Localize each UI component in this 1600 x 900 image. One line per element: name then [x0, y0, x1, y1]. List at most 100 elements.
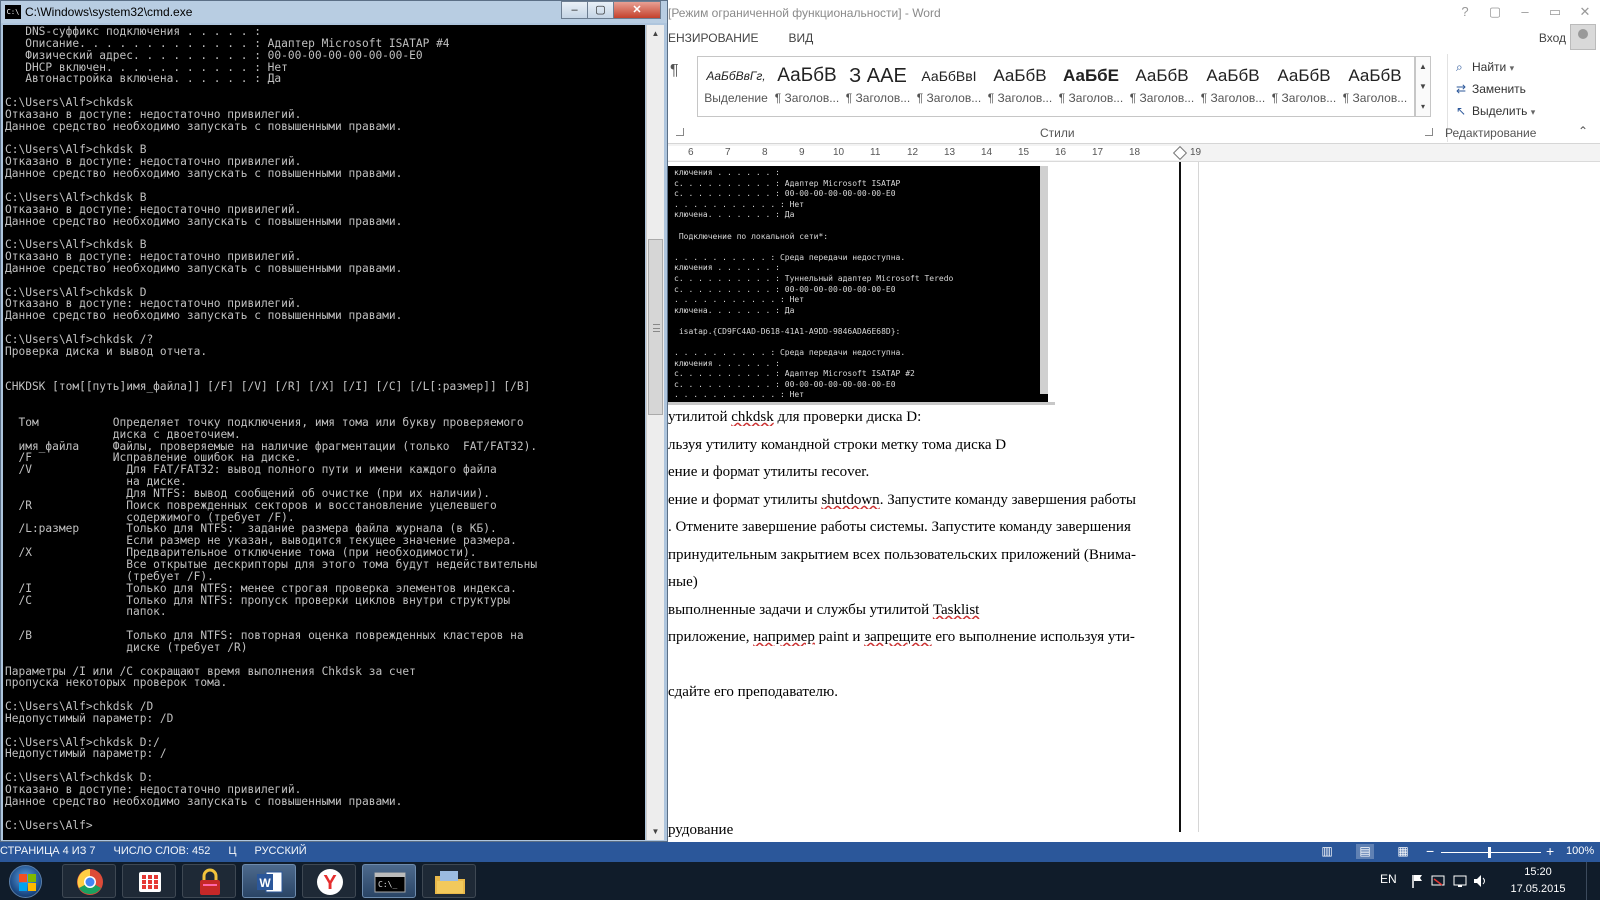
page-shadow — [1198, 162, 1199, 832]
doc-paragraph: принудительным закрытием всех пользовате… — [668, 547, 1136, 563]
select-button[interactable]: ↖ Выделить ▾ — [1456, 100, 1535, 122]
style-heading[interactable]: АаБбВ ¶ Заголов... — [1126, 59, 1198, 114]
logo-yellow — [28, 883, 36, 891]
styles-launcher-icon[interactable] — [1425, 128, 1433, 136]
style-name: ¶ Заголов... — [1058, 91, 1124, 105]
style-preview: АаБбЕ — [1063, 66, 1119, 85]
ribbon-display-button[interactable]: ▢ — [1480, 0, 1510, 26]
style-heading[interactable]: АаБбВ ¶ Заголов... — [984, 59, 1056, 114]
doc-paragraph: приложение, например paint и запрещите е… — [668, 629, 1135, 645]
grip-icon — [653, 324, 660, 332]
scrollbar-thumb[interactable] — [648, 239, 663, 415]
zoom-in-button[interactable]: + — [1546, 843, 1554, 859]
style-heading[interactable]: АаБбВ ¶ Заголов... — [771, 59, 843, 114]
zoom-slider[interactable] — [1441, 852, 1541, 853]
gallery-up-icon[interactable]: ▲ — [1416, 57, 1430, 77]
cmd-icon[interactable]: C:\ — [5, 5, 21, 19]
gallery-down-icon[interactable]: ▼ — [1416, 77, 1430, 97]
taskbar-chrome[interactable] — [62, 864, 116, 898]
zoom-slider-thumb[interactable] — [1488, 847, 1491, 858]
chevron-down-icon: ▾ — [1530, 107, 1536, 117]
proofing-icon[interactable]: Ц — [228, 845, 236, 857]
start-button[interactable] — [4, 863, 48, 899]
web-layout-icon[interactable]: ▦ — [1394, 844, 1412, 859]
print-layout-icon[interactable]: ▤ — [1356, 844, 1374, 859]
doc-paragraph: льзуя утилиту командной строки метку том… — [668, 437, 1007, 453]
gallery-more-icon[interactable]: ▾ — [1416, 97, 1430, 117]
zoom-out-button[interactable]: − — [1426, 843, 1434, 859]
cmd-title-bar[interactable]: C:\ C:\Windows\system32\cmd.exe – ▢ ✕ — [1, 1, 667, 23]
doc-paragraph: ение и формат утилиты shutdown. Запустит… — [668, 492, 1136, 508]
replace-icon: ⇄ — [1456, 82, 1467, 96]
collapse-ribbon-icon[interactable]: ⌃ — [1578, 124, 1588, 138]
show-desktop-button[interactable] — [1586, 862, 1600, 900]
cursor-icon: ↖ — [1456, 104, 1467, 118]
style-heading[interactable]: АаБбВ ¶ Заголов... — [1268, 59, 1340, 114]
volume-icon — [1474, 875, 1485, 887]
taskbar-yandex[interactable]: Y — [302, 864, 356, 898]
language-indicator[interactable]: РУССКИЙ — [254, 845, 306, 857]
paragraph-mark-icon[interactable]: ¶ — [670, 62, 679, 80]
desktop: [Режим ограниченной функциональности] - … — [0, 0, 1600, 900]
cmd-window-buttons: – ▢ ✕ — [561, 1, 661, 19]
close-button[interactable]: ✕ — [1570, 0, 1600, 26]
tab-review[interactable]: ЕНЗИРОВАНИЕ — [668, 26, 759, 50]
restore-button[interactable]: ▭ — [1540, 0, 1570, 26]
help-button[interactable]: ? — [1450, 0, 1480, 26]
style-preview: АаБбВ — [1348, 66, 1402, 85]
logo-green — [28, 874, 36, 882]
network-icon — [1431, 875, 1445, 886]
word-count[interactable]: ЧИСЛО СЛОВ: 452 — [114, 845, 211, 857]
scroll-down-icon[interactable]: ▼ — [647, 823, 664, 840]
taskbar-lock-app[interactable] — [182, 864, 236, 898]
status-bar: СТРАНИЦА 4 ИЗ 7 ЧИСЛО СЛОВ: 452 Ц РУССКИ… — [0, 842, 1600, 862]
find-button[interactable]: ⌕ Найти ▾ — [1456, 56, 1514, 78]
style-heading[interactable]: АаБбВ ¶ Заголов... — [1197, 59, 1269, 114]
clock[interactable]: 15:20 17.05.2015 — [1508, 864, 1568, 898]
clock-date: 17.05.2015 — [1510, 883, 1566, 895]
style-heading[interactable]: АаБбВвI ¶ Заголов... — [913, 59, 985, 114]
yandex-icon: Y — [317, 869, 343, 895]
search-icon: ⌕ — [1456, 60, 1463, 74]
style-name: ¶ Заголов... — [1129, 91, 1195, 105]
style-heading[interactable]: АаБбВ ¶ Заголов... — [1339, 59, 1411, 114]
monitor-icon — [1453, 875, 1467, 887]
style-preview: АаБбВ — [777, 65, 837, 86]
embedded-scrollbar — [1040, 166, 1048, 394]
ruler-number: 12 — [907, 147, 919, 158]
doc-paragraph: рудование — [668, 822, 734, 838]
svg-text:C:\_: C:\_ — [378, 880, 397, 889]
scroll-up-icon[interactable]: ▲ — [647, 25, 664, 42]
taskbar-apps-grid[interactable] — [122, 864, 176, 898]
windows-logo-icon — [9, 865, 42, 898]
input-language[interactable]: EN — [1380, 872, 1397, 886]
zoom-level[interactable]: 100% — [1566, 845, 1594, 857]
avatar[interactable] — [1570, 24, 1596, 50]
taskbar-cmd[interactable]: C:\_ — [362, 864, 416, 898]
console-output[interactable]: DNS-суффикс подключения . . . . . : Опис… — [3, 25, 645, 840]
logo-red — [19, 874, 27, 882]
cmd-icon: C:\_ — [374, 872, 406, 893]
logo-blue — [19, 883, 27, 891]
read-mode-icon[interactable]: ▥ — [1318, 844, 1336, 859]
tab-view[interactable]: ВИД — [789, 26, 814, 50]
page-counter[interactable]: СТРАНИЦА 4 ИЗ 7 — [0, 845, 96, 857]
minimize-button[interactable]: – — [561, 1, 587, 19]
style-heading[interactable]: АаБбЕ ¶ Заголов... — [1055, 59, 1127, 114]
svg-text:Y: Y — [323, 872, 337, 894]
style-name: Выделение — [704, 91, 768, 105]
maximize-button[interactable]: ▢ — [587, 1, 613, 19]
embedded-console-screenshot[interactable]: ключения . . . . . . : с. . . . . . . . … — [668, 166, 1048, 404]
clipboard-launcher-icon[interactable] — [676, 128, 684, 136]
close-button[interactable]: ✕ — [613, 1, 661, 19]
chevron-down-icon: ▾ — [1509, 63, 1515, 73]
replace-button[interactable]: ⇄ Заменить — [1456, 78, 1526, 100]
style-heading[interactable]: З ААЕ ¶ Заголов... — [842, 59, 914, 114]
taskbar-word[interactable]: W — [242, 864, 296, 898]
console-scrollbar[interactable]: ▲ ▼ — [646, 25, 664, 840]
style-emphasis[interactable]: АаБбВвГг, Выделение — [700, 59, 772, 114]
taskbar-explorer[interactable] — [422, 864, 476, 898]
sign-in-link[interactable]: Вход — [1539, 26, 1566, 50]
minimize-button[interactable]: – — [1510, 0, 1540, 26]
horizontal-ruler[interactable]: 6 7 8 9 10 11 12 13 14 15 16 17 18 19 — [668, 144, 1600, 162]
